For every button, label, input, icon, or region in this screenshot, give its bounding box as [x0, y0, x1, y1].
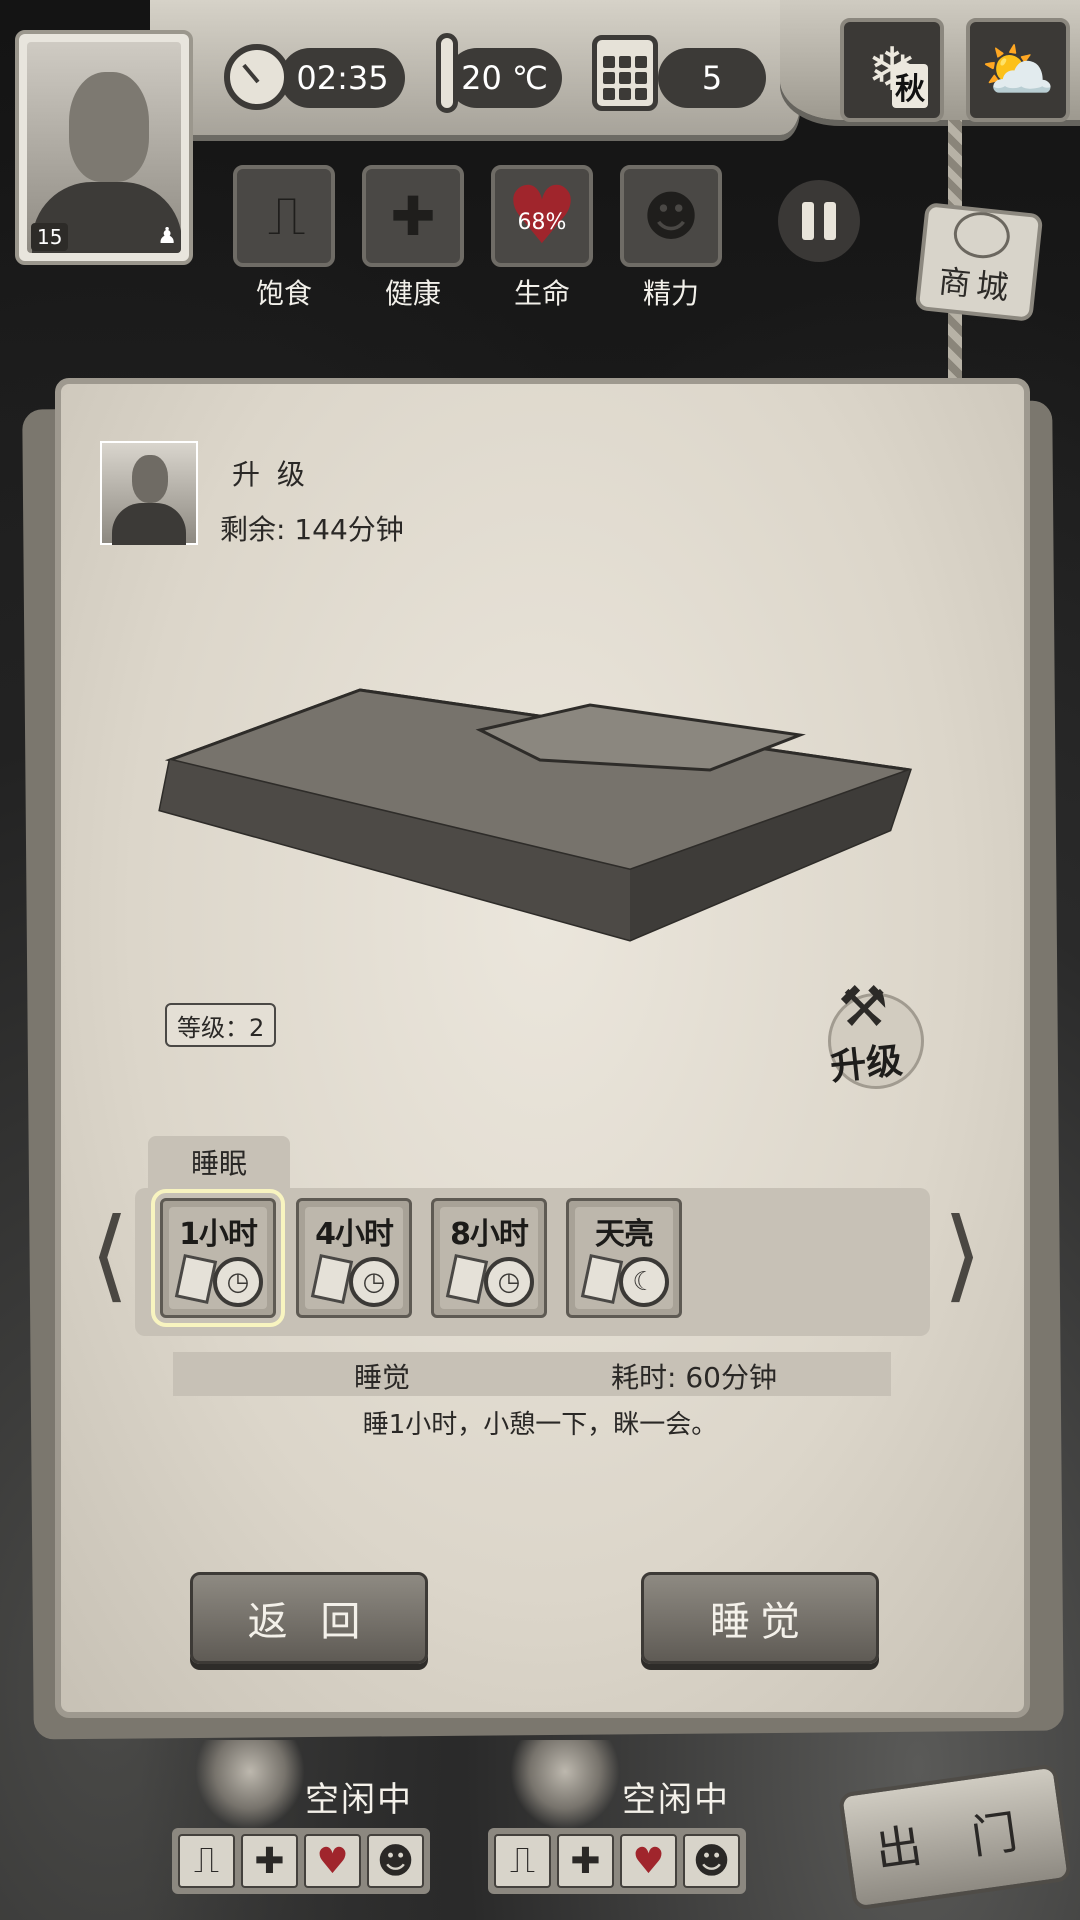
need-energy-label: 精力 [642, 277, 699, 310]
upgrade-label: 升级 [828, 1040, 905, 1089]
cross-icon: ✚ [557, 1834, 614, 1888]
stomach-icon: ⎍ [178, 1834, 235, 1888]
cross-icon: ✚ [241, 1834, 298, 1888]
shop-label: 商城 [936, 262, 1017, 308]
time-display: 02:35 [280, 48, 405, 108]
character-portrait[interactable]: 15 ♟ [15, 30, 193, 265]
heart-icon: ♥ [304, 1834, 361, 1888]
sleep-option-1h[interactable]: 1小时 ◷ [151, 1189, 285, 1327]
sleep-option-label: 4小时 [315, 1217, 394, 1252]
season-button[interactable]: ❄ 秋 [840, 18, 944, 122]
head-icon: ☻ [642, 184, 700, 248]
sleep-option-label: 天亮 [595, 1217, 654, 1252]
crew-avatar-1[interactable] [195, 1740, 305, 1830]
need-satiety-label: 饱食 [255, 277, 312, 310]
face-shape [69, 72, 149, 182]
day-value: 5 [701, 59, 723, 97]
thermometer-icon [410, 28, 484, 118]
chevron-right-icon[interactable]: ⟩ [943, 1205, 982, 1305]
heart-icon: ♥ [620, 1834, 677, 1888]
crew-stats-2: ⎍ ✚ ♥ ☻ [488, 1828, 746, 1894]
coin-icon [951, 209, 1013, 261]
need-life-button[interactable]: ♥ 68% [491, 165, 593, 267]
crew-status-2: 空闲中 [622, 1780, 730, 1820]
clock-icon: ◷ [484, 1257, 534, 1307]
task-title: 升 级 [232, 458, 309, 491]
sleep-description: 睡1小时，小憩一下，眯一会。 [362, 1410, 718, 1440]
assigned-character-avatar[interactable] [100, 441, 198, 545]
facility-level: 等级：2 [165, 1003, 277, 1047]
clock-icon: ◷ [349, 1257, 399, 1307]
bed-image [158, 688, 912, 942]
portrait-image: 15 ♟ [27, 42, 181, 253]
season-label: 秋 [892, 64, 928, 108]
sleep-time-cost: 耗时: 60分钟 [611, 1361, 777, 1394]
sleep-option-4h[interactable]: 4小时 ◷ [296, 1198, 412, 1318]
crew-status-1: 空闲中 [305, 1780, 413, 1820]
calendar-icon [588, 28, 662, 118]
sleep-button[interactable]: 睡觉 [641, 1572, 879, 1664]
stomach-icon: ⎍ [494, 1834, 551, 1888]
upgrade-button[interactable]: ⚒ 升级 [820, 975, 932, 1093]
time-value: 02:35 [296, 59, 389, 97]
sleep-option-dawn[interactable]: 天亮 ☾ [566, 1198, 682, 1318]
sleep-action-name: 睡觉 [354, 1361, 411, 1394]
stomach-icon: ⎍ [262, 184, 306, 247]
sleep-option-8h[interactable]: 8小时 ◷ [431, 1198, 547, 1318]
character-level-badge: 15 [31, 223, 69, 251]
back-button[interactable]: 返 回 [190, 1572, 428, 1664]
head-icon: ☻ [367, 1834, 424, 1888]
sleep-option-label: 8小时 [450, 1217, 529, 1252]
need-energy-button[interactable]: ☻ [620, 165, 722, 267]
crew-avatar-2[interactable] [510, 1740, 620, 1830]
need-satiety-button[interactable]: ⎍ [233, 165, 335, 267]
stopwatch-icon [220, 40, 294, 114]
need-life-label: 生命 [513, 277, 570, 310]
pause-button[interactable] [778, 180, 860, 262]
need-health-button[interactable]: ✚ [362, 165, 464, 267]
need-health-label: 健康 [384, 277, 441, 310]
weather-button[interactable]: ⛅ [966, 18, 1070, 122]
hammer-axe-icon: ⚒ [838, 975, 889, 1040]
shop-button[interactable]: 商城 [914, 202, 1044, 322]
tab-sleep[interactable]: 睡眠 [148, 1136, 290, 1188]
moon-icon: ☾ [619, 1257, 669, 1307]
sleep-option-label: 1小时 [179, 1217, 258, 1252]
task-remaining: 剩余: 144分钟 [220, 513, 404, 546]
cross-icon: ✚ [390, 184, 436, 248]
sleep-info-bar: 睡觉 耗时: 60分钟 [173, 1352, 891, 1396]
chevron-left-icon[interactable]: ⟨ [90, 1205, 129, 1305]
people-icon: ♟ [157, 224, 177, 249]
partly-cloudy-icon: ⛅ [980, 35, 1056, 106]
heart-icon: ♥ 68% [506, 169, 578, 262]
clock-icon: ◷ [213, 1257, 263, 1307]
life-percent: 68% [517, 210, 567, 235]
day-display: 5 [658, 48, 766, 108]
crew-stats-1: ⎍ ✚ ♥ ☻ [172, 1828, 430, 1894]
head-icon: ☻ [683, 1834, 740, 1888]
